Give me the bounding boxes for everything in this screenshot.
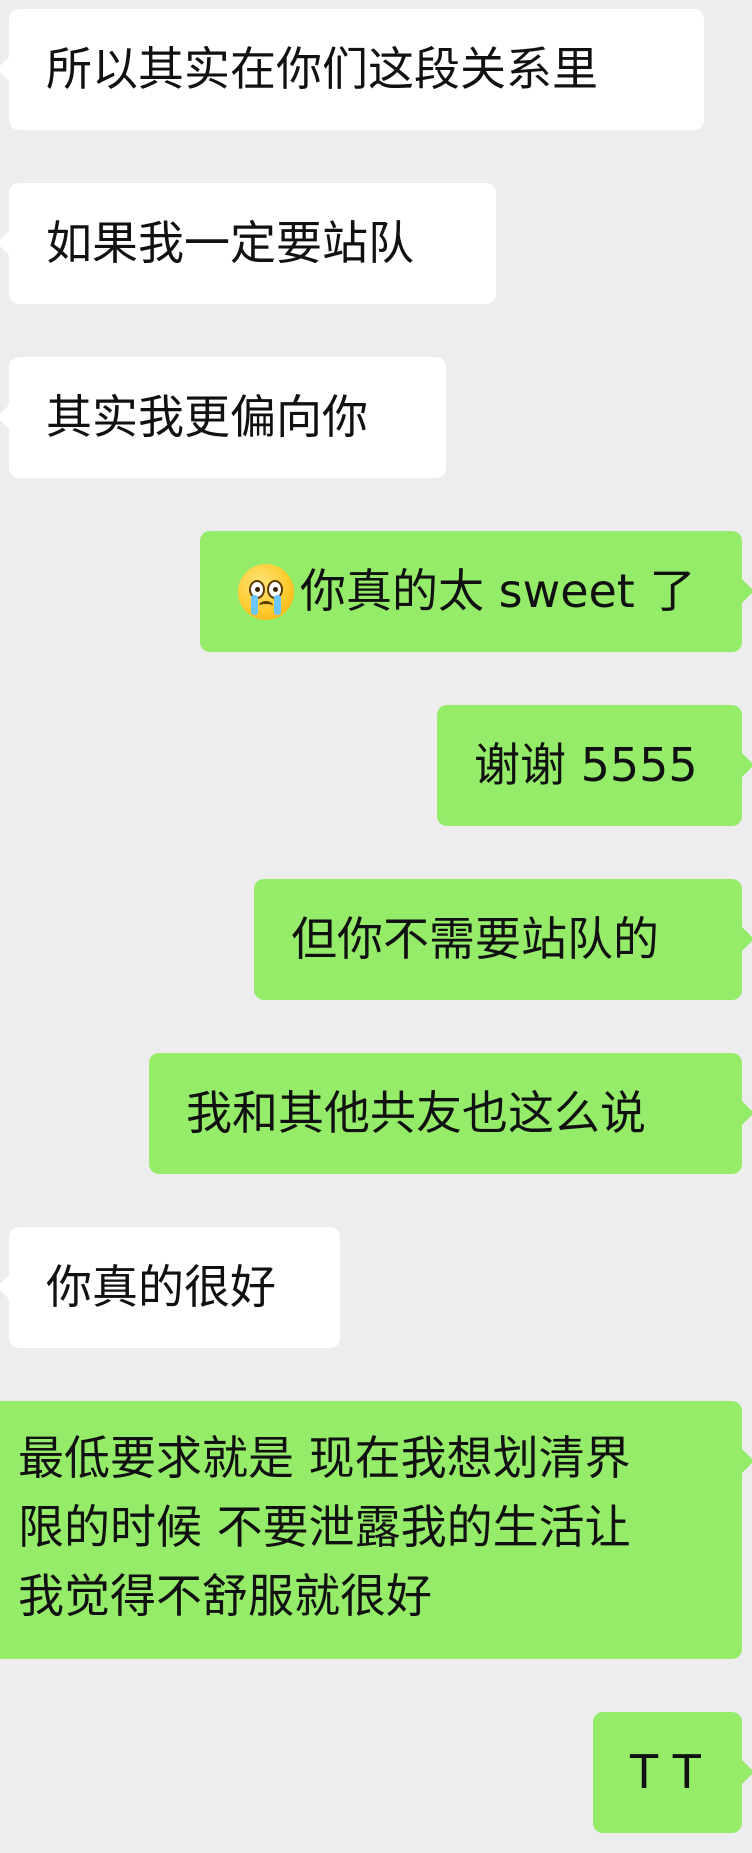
message-text: T T bbox=[630, 1745, 701, 1799]
outgoing-message-bubble[interactable]: 但你不需要站队的 bbox=[254, 879, 752, 1000]
message-text: 但你不需要站队的 bbox=[291, 912, 659, 966]
incoming-message-bubble[interactable]: 你真的很好 bbox=[0, 1227, 340, 1348]
message-line: 限的时候 不要泄露我的生活让 bbox=[18, 1500, 631, 1554]
message-text: 如果我一定要站队 bbox=[46, 216, 414, 270]
outgoing-message-bubble[interactable]: 最低要求就是 现在我想划清界 限的时候 不要泄露我的生活让 我觉得不舒服就很好 bbox=[0, 1401, 752, 1659]
incoming-message-bubble[interactable]: 其实我更偏向你 bbox=[0, 357, 446, 478]
message-line: 我觉得不舒服就很好 bbox=[18, 1569, 432, 1623]
outgoing-message-bubble[interactable]: 我和其他共友也这么说 bbox=[149, 1053, 752, 1174]
message-text: 我和其他共友也这么说 bbox=[186, 1086, 646, 1140]
crying-face-icon bbox=[238, 564, 294, 620]
outgoing-message-bubble[interactable]: 谢谢 5555 bbox=[437, 705, 752, 826]
incoming-message-bubble[interactable]: 所以其实在你们这段关系里 bbox=[0, 9, 704, 130]
message-text: 你真的很好 bbox=[46, 1260, 276, 1314]
message-line: 最低要求就是 现在我想划清界 bbox=[18, 1431, 631, 1485]
message-text: 其实我更偏向你 bbox=[46, 390, 368, 444]
message-text: 谢谢 5555 bbox=[474, 738, 698, 792]
message-text: 你真的太 sweet 了 bbox=[300, 564, 696, 618]
chat-transcript: 所以其实在你们这段关系里 如果我一定要站队 其实我更偏向你 你真的太 sweet… bbox=[0, 0, 752, 1853]
outgoing-message-bubble[interactable]: T T bbox=[593, 1712, 752, 1833]
incoming-message-bubble[interactable]: 如果我一定要站队 bbox=[0, 183, 496, 304]
outgoing-message-bubble[interactable]: 你真的太 sweet 了 bbox=[200, 531, 752, 652]
message-text: 所以其实在你们这段关系里 bbox=[46, 42, 598, 96]
